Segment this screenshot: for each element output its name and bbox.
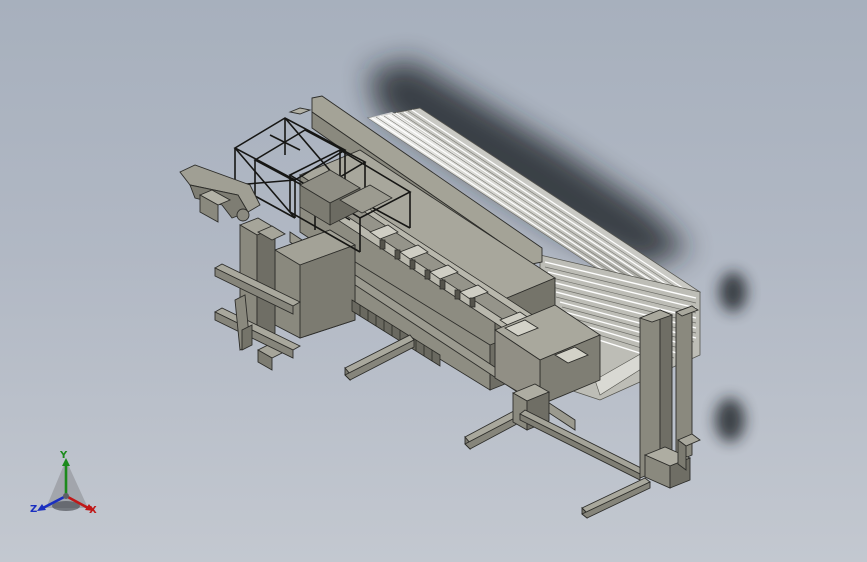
view-orientation-triad[interactable]: Y X Z [28,448,104,520]
loader-arm[interactable] [179,164,261,223]
x-axis-label: X [89,505,97,516]
graphics-viewport[interactable]: Y X Z [0,0,867,562]
support-leg-left[interactable] [344,334,415,382]
z-axis-label: Z [30,504,38,515]
triad-origin [63,493,69,499]
y-axis-label: Y [60,450,68,461]
model-view[interactable] [0,0,867,562]
